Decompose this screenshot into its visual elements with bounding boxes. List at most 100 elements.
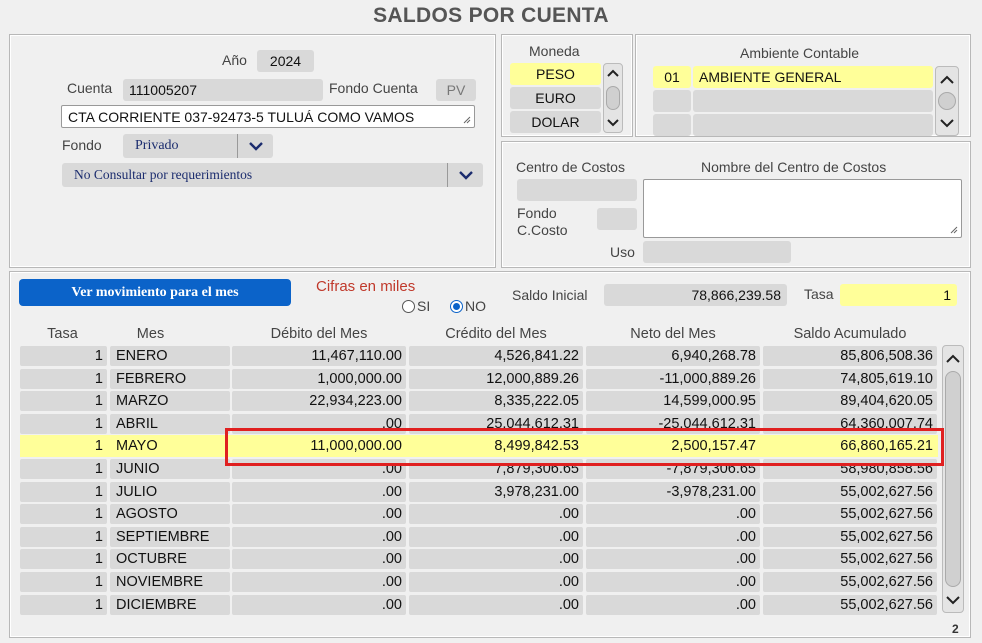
requerimientos-select[interactable]: No Consultar por requerimientos xyxy=(62,163,483,187)
nombre-centro-textarea[interactable] xyxy=(643,179,962,238)
ambiente-scrollbar[interactable] xyxy=(935,66,959,136)
cell-mes[interactable]: FEBRERO xyxy=(110,369,230,389)
cell-mes[interactable]: JULIO xyxy=(110,482,230,502)
cell-mes[interactable]: SEPTIEMBRE xyxy=(110,527,230,547)
cell-mes[interactable]: ENERO xyxy=(110,346,230,366)
ambiente-code-2[interactable] xyxy=(653,90,691,112)
centro-costos-label: Centro de Costos xyxy=(516,159,625,175)
cell-saldo: 55,002,627.56 xyxy=(763,504,937,524)
cell-debito: .00 xyxy=(232,527,406,547)
cell-tasa: 1 xyxy=(20,572,107,592)
cell-tasa: 1 xyxy=(20,436,107,456)
cell-mes[interactable]: MARZO xyxy=(110,391,230,411)
cell-neto: -3,978,231.00 xyxy=(586,482,760,502)
cell-neto: .00 xyxy=(586,572,760,592)
cell-debito: .00 xyxy=(232,504,406,524)
ver-movimiento-button[interactable]: Ver movimiento para el mes xyxy=(19,279,291,306)
highlight-box xyxy=(225,428,944,466)
resize-handle-icon[interactable] xyxy=(463,116,471,124)
moneda-label: Moneda xyxy=(529,43,580,59)
fondo-select[interactable]: Privado xyxy=(123,134,273,158)
cell-tasa: 1 xyxy=(20,369,107,389)
chevron-down-icon[interactable] xyxy=(237,134,273,158)
anio-label: Año xyxy=(222,52,247,68)
fondo-ccosto-label-line2: C.Costo xyxy=(517,222,568,238)
cell-debito: .00 xyxy=(232,595,406,615)
requerimientos-select-value: No Consultar por requerimientos xyxy=(74,167,253,182)
tasa-label: Tasa xyxy=(804,286,834,302)
table-scrollbar[interactable] xyxy=(942,345,964,613)
cell-tasa: 1 xyxy=(20,391,107,411)
description-text: CTA CORRIENTE 037-92473-5 TULUÁ COMO VAM… xyxy=(68,108,415,125)
ambiente-name-3[interactable] xyxy=(693,114,933,136)
moneda-option-euro[interactable]: EURO xyxy=(510,87,601,109)
uso-field[interactable] xyxy=(643,241,791,263)
chevron-up-icon[interactable] xyxy=(937,68,957,90)
cell-tasa: 1 xyxy=(20,482,107,502)
ambiente-code-1[interactable]: 01 xyxy=(653,66,691,88)
cell-saldo: 55,002,627.56 xyxy=(763,527,937,547)
fondo-cuenta-field[interactable]: PV xyxy=(436,79,476,101)
ambiente-code-3[interactable] xyxy=(653,114,691,136)
cell-mes[interactable]: NOVIEMBRE xyxy=(110,572,230,592)
cell-tasa: 1 xyxy=(20,595,107,615)
chevron-down-icon[interactable] xyxy=(447,163,483,187)
cell-mes[interactable]: ABRIL xyxy=(110,414,230,434)
saldo-inicial-field[interactable]: 78,866,239.58 xyxy=(604,284,787,306)
cell-neto: -11,000,889.26 xyxy=(586,369,760,389)
anio-field[interactable]: 2024 xyxy=(257,50,314,72)
chevron-down-icon[interactable] xyxy=(944,589,962,611)
radio-no-icon[interactable] xyxy=(450,300,463,313)
fondo-cuenta-label: Fondo Cuenta xyxy=(329,80,418,96)
header-credito: Crédito del Mes xyxy=(445,326,547,342)
cell-mes[interactable]: OCTUBRE xyxy=(110,549,230,569)
cell-tasa: 1 xyxy=(20,549,107,569)
cell-credito: 8,335,222.05 xyxy=(409,391,583,411)
cell-credito: .00 xyxy=(409,504,583,524)
ambiente-name-1[interactable]: AMBIENTE GENERAL xyxy=(693,66,933,88)
cell-tasa: 1 xyxy=(20,459,107,479)
centro-costos-panel: Centro de Costos Nombre del Centro de Co… xyxy=(501,141,971,268)
scrollbar-thumb[interactable] xyxy=(945,371,961,587)
tasa-field[interactable]: 1 xyxy=(840,284,957,306)
header-mes: Mes xyxy=(136,326,165,342)
cell-credito: 4,526,841.22 xyxy=(409,346,583,366)
cuenta-label: Cuenta xyxy=(67,80,113,96)
cell-debito: .00 xyxy=(232,549,406,569)
moneda-option-peso[interactable]: PESO xyxy=(510,63,601,85)
cell-mes[interactable]: JUNIO xyxy=(110,459,230,479)
ambiente-panel: Ambiente Contable 01 AMBIENTE GENERAL xyxy=(635,34,971,137)
cell-mes[interactable]: MAYO xyxy=(110,436,230,456)
cell-saldo: 55,002,627.56 xyxy=(763,482,937,502)
ambiente-name-2[interactable] xyxy=(693,90,933,112)
cell-credito: .00 xyxy=(409,549,583,569)
cell-tasa: 1 xyxy=(20,504,107,524)
cell-neto: 6,940,268.78 xyxy=(586,346,760,366)
radio-si-icon[interactable] xyxy=(402,300,415,313)
moneda-option-dolar[interactable]: DOLAR xyxy=(510,111,601,133)
cell-saldo: 55,002,627.56 xyxy=(763,549,937,569)
cifras-no-option[interactable]: NO xyxy=(450,298,486,314)
chevron-down-icon[interactable] xyxy=(937,112,957,134)
page-number: 2 xyxy=(952,622,959,636)
cell-mes[interactable]: AGOSTO xyxy=(110,504,230,524)
chevron-up-icon[interactable] xyxy=(944,347,962,369)
centro-costos-field[interactable] xyxy=(517,179,637,201)
cell-debito: 1,000,000.00 xyxy=(232,369,406,389)
saldo-inicial-label: Saldo Inicial xyxy=(512,287,588,303)
description-textarea[interactable]: CTA CORRIENTE 037-92473-5 TULUÁ COMO VAM… xyxy=(61,105,475,128)
scrollbar-thumb[interactable] xyxy=(606,86,620,110)
cell-credito: .00 xyxy=(409,572,583,592)
fondo-ccosto-field[interactable] xyxy=(597,208,637,230)
resize-handle-icon[interactable] xyxy=(950,226,958,234)
cell-tasa: 1 xyxy=(20,346,107,366)
chevron-down-icon[interactable] xyxy=(605,114,621,132)
cuenta-field[interactable]: 111005207 xyxy=(123,79,323,101)
cell-saldo: 89,404,620.05 xyxy=(763,391,937,411)
moneda-scrollbar[interactable] xyxy=(603,63,623,133)
cell-debito: .00 xyxy=(232,482,406,502)
chevron-up-icon[interactable] xyxy=(605,64,621,82)
cifras-si-option[interactable]: SI xyxy=(402,298,430,314)
scrollbar-thumb[interactable] xyxy=(938,92,956,110)
cell-mes[interactable]: DICIEMBRE xyxy=(110,595,230,615)
